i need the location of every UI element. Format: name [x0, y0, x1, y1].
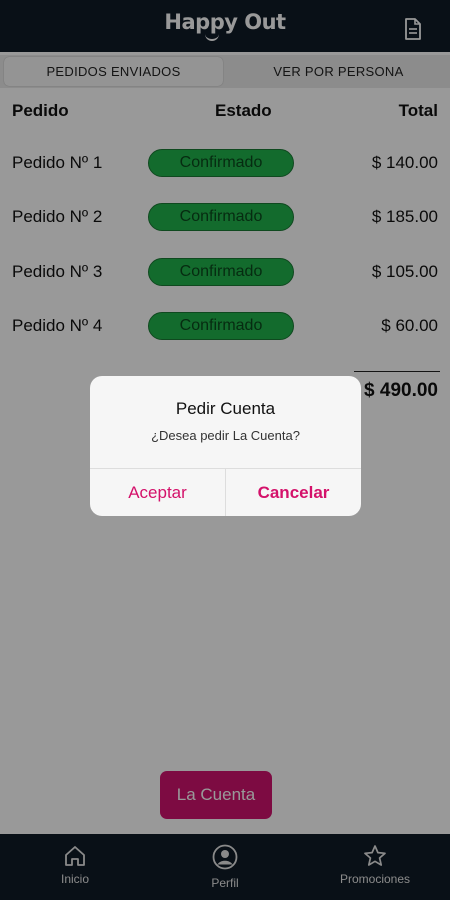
accept-button[interactable]: Aceptar — [90, 469, 225, 516]
cancel-button[interactable]: Cancelar — [226, 469, 361, 516]
app-screen: Happy Out PEDIDOS ENVIADOS VER POR PERSO… — [0, 0, 450, 900]
dialog-title: Pedir Cuenta — [175, 399, 276, 418]
dialog-message: ¿Desea pedir La Cuenta? — [151, 428, 300, 443]
confirm-dialog: Pedir Cuenta ¿Desea pedir La Cuenta? Ace… — [90, 376, 361, 516]
